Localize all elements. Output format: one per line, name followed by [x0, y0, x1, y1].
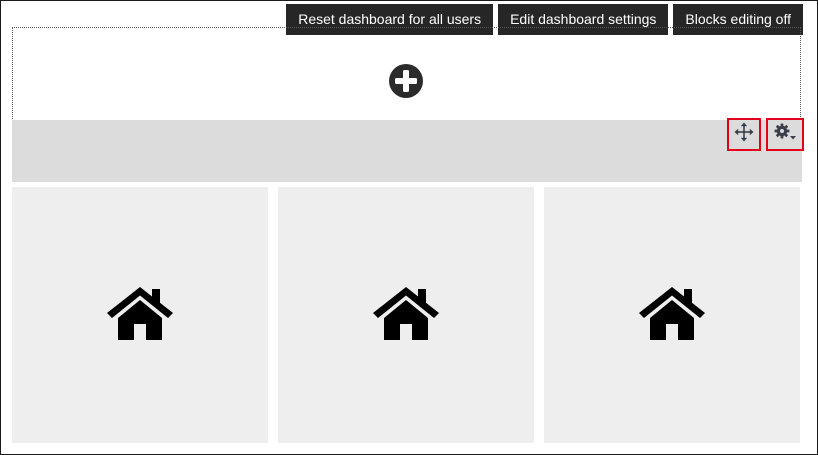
- home-icon: [372, 285, 440, 346]
- home-tile[interactable]: [12, 187, 268, 443]
- add-block-icon[interactable]: [388, 63, 424, 99]
- block-actions-button[interactable]: [766, 118, 804, 151]
- move-block-button[interactable]: [727, 118, 761, 151]
- home-tile[interactable]: [278, 187, 534, 443]
- gear-dropdown-icon: [773, 122, 797, 147]
- block-header-bar: [12, 120, 802, 182]
- home-tile[interactable]: [544, 187, 800, 443]
- block-tiles: [12, 187, 802, 443]
- home-icon: [638, 285, 706, 346]
- home-icon: [106, 285, 174, 346]
- move-arrows-icon: [734, 122, 754, 147]
